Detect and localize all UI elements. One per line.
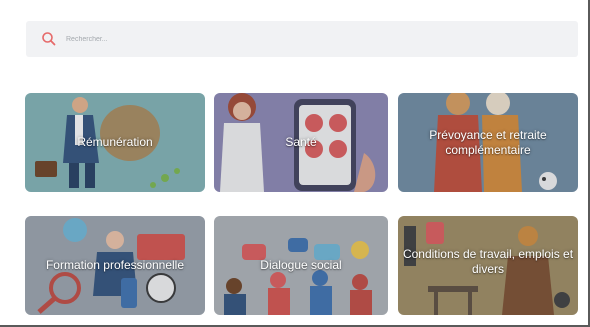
category-card-formation[interactable]: Formation professionnelle xyxy=(25,216,205,315)
search-icon[interactable] xyxy=(40,30,58,48)
category-card-conditions-travail[interactable]: Conditions de travail, emplois et divers xyxy=(398,216,578,315)
category-label: Formation professionnelle xyxy=(45,258,185,272)
category-card-remuneration[interactable]: Rémunération xyxy=(25,93,205,192)
search-bar[interactable] xyxy=(26,21,578,57)
category-card-sante[interactable]: Santé xyxy=(214,93,388,192)
category-label: Conditions de travail, emplois et divers xyxy=(402,246,574,276)
category-label: Santé xyxy=(285,135,317,149)
category-label: Dialogue social xyxy=(260,258,342,272)
category-label: Rémunération xyxy=(77,135,153,149)
search-input[interactable] xyxy=(66,35,578,43)
category-label: Prévoyance et retraite complémentaire xyxy=(429,127,547,157)
category-card-dialogue-social[interactable]: Dialogue social xyxy=(214,216,388,315)
category-card-prevoyance[interactable]: Prévoyance et retraite complémentaire xyxy=(398,93,578,192)
